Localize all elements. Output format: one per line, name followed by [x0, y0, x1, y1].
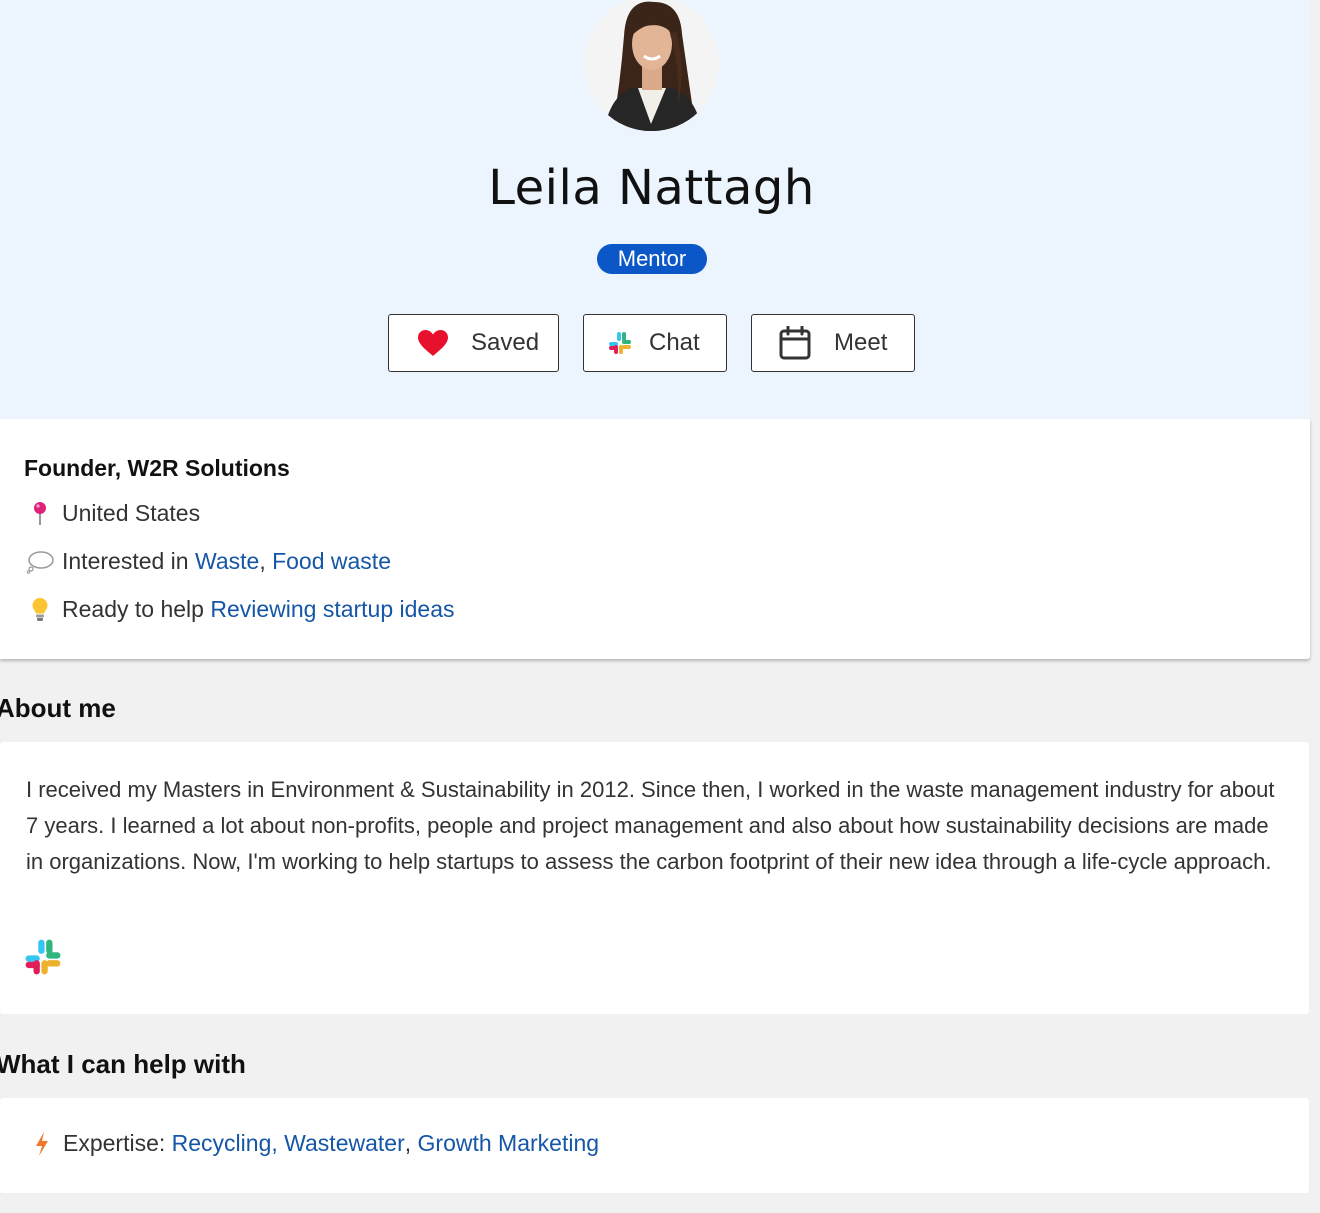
saved-button[interactable]: Saved	[388, 314, 559, 372]
expertise-row: Expertise: Recycling, Wastewater, Growth…	[32, 1130, 599, 1157]
location-text: United States	[62, 500, 201, 526]
meet-button-label: Meet	[834, 329, 888, 356]
profile-name: Leila Nattagh	[488, 160, 815, 216]
expertise-link-recycling[interactable]: Recycling	[172, 1130, 272, 1157]
bolt-icon	[32, 1131, 52, 1157]
about-text: I received my Masters in Environment & S…	[26, 777, 1275, 874]
help-topic-link[interactable]: Reviewing startup ideas	[210, 596, 454, 623]
location-row: United States	[26, 500, 200, 527]
slack-icon	[607, 331, 633, 355]
lightbulb-icon	[26, 597, 54, 623]
profile-role: Founder, W2R Solutions	[24, 455, 290, 481]
calendar-icon	[778, 326, 812, 360]
expertise-link-growth-marketing[interactable]: Growth Marketing	[418, 1130, 600, 1157]
about-section-title: About me	[0, 693, 116, 723]
interests-row: Interested in Waste, Food waste	[26, 548, 391, 575]
interest-link-food-waste[interactable]: Food waste	[272, 548, 391, 575]
ready-to-help-row: Ready to help Reviewing startup ideas	[26, 596, 455, 623]
role-badge: Mentor	[597, 244, 707, 274]
expertise-separator: ,	[271, 1130, 278, 1156]
interest-separator: ,	[259, 548, 266, 574]
slack-icon[interactable]	[24, 938, 62, 981]
saved-button-label: Saved	[471, 329, 540, 356]
heart-icon	[415, 329, 451, 357]
chat-button[interactable]: Chat	[583, 314, 727, 372]
pin-icon	[26, 501, 54, 527]
interests-prefix: Interested in	[62, 548, 189, 574]
expertise-separator: ,	[404, 1130, 412, 1156]
expertise-link-wastewater[interactable]: Wastewater	[284, 1130, 405, 1157]
meet-button[interactable]: Meet	[751, 314, 915, 372]
speech-bubble-icon	[26, 550, 54, 574]
help-section-title: What I can help with	[0, 1049, 246, 1079]
avatar	[584, 0, 719, 131]
expertise-prefix: Expertise:	[63, 1130, 166, 1156]
help-prefix: Ready to help	[62, 596, 204, 622]
chat-button-label: Chat	[649, 329, 700, 356]
interest-link-waste[interactable]: Waste	[195, 548, 259, 575]
